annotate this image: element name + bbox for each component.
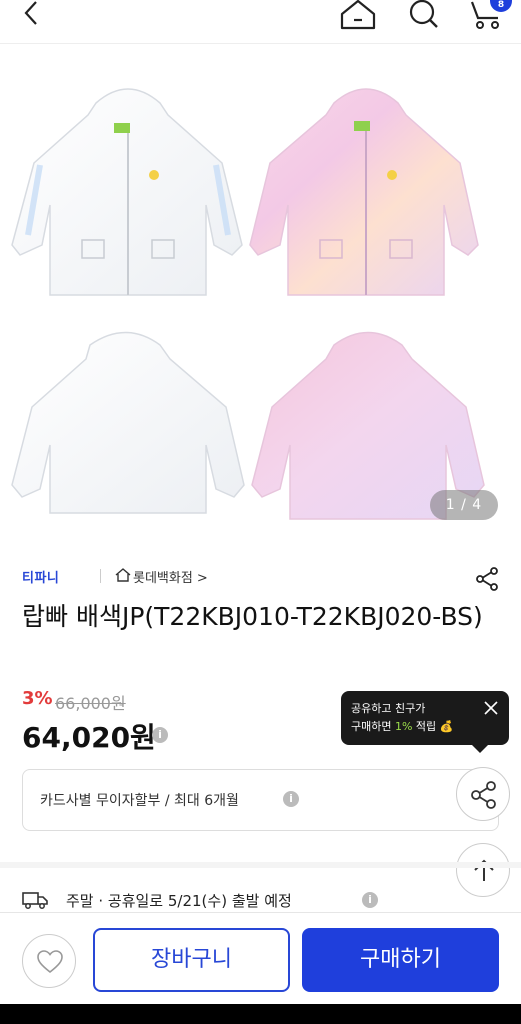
price-info-icon[interactable]: i [152,727,168,743]
share-icon[interactable] [475,567,499,591]
store-home-icon [115,567,131,583]
top-bar: 8 [0,0,521,44]
product-title: 랍빠 배색JP(T22KBJ010-T22KBJ020-BS) [22,602,483,631]
home-icon[interactable] [338,0,378,34]
arrow-up-icon [474,859,494,881]
close-icon[interactable] [484,700,498,715]
section-divider [0,862,521,868]
installment-text: 카드사별 무이자할부 / 최대 6개월 [40,793,239,809]
product-image-gallery[interactable] [0,45,521,537]
product-image [11,88,485,520]
sale-price: 64,020원 [22,721,156,754]
truck-icon [22,890,48,910]
search-icon[interactable] [404,0,444,34]
installment-info-icon[interactable]: i [283,791,299,807]
original-price: 66,000원 [55,694,126,713]
brand-row: 티파니 롯데백화점 > [22,565,502,589]
scroll-top-button[interactable] [456,843,510,897]
brand-logo[interactable]: 티파니 [22,567,59,586]
tooltip-text-end: 적립 [412,720,437,733]
shipping-info: 주말 · 공휴일로 5/21(수) 출발 예정 [66,892,292,910]
wishlist-button[interactable] [22,934,76,988]
tooltip-line2: 구매하면 1% 적립 💰 [351,718,499,736]
system-nav-bar [0,1004,521,1024]
buy-now-button[interactable]: 구매하기 [302,928,499,992]
divider [100,569,101,583]
tooltip-line1: 공유하고 친구가 [351,702,426,715]
tooltip-text: 구매하면 [351,720,395,733]
add-to-cart-button[interactable]: 장바구니 [93,928,290,992]
share-icon [471,781,496,809]
money-bag-icon: 💰 [439,720,454,733]
tooltip-percent: 1% [394,720,413,733]
image-page-counter: 1 / 4 [430,490,498,520]
back-arrow-icon[interactable] [18,0,48,30]
store-link[interactable]: 롯데백화점 > [133,567,208,586]
discount-rate: 3% [22,688,53,709]
heart-icon [37,950,63,974]
shipping-info-icon[interactable]: i [362,892,378,908]
floating-share-button[interactable] [456,767,510,821]
